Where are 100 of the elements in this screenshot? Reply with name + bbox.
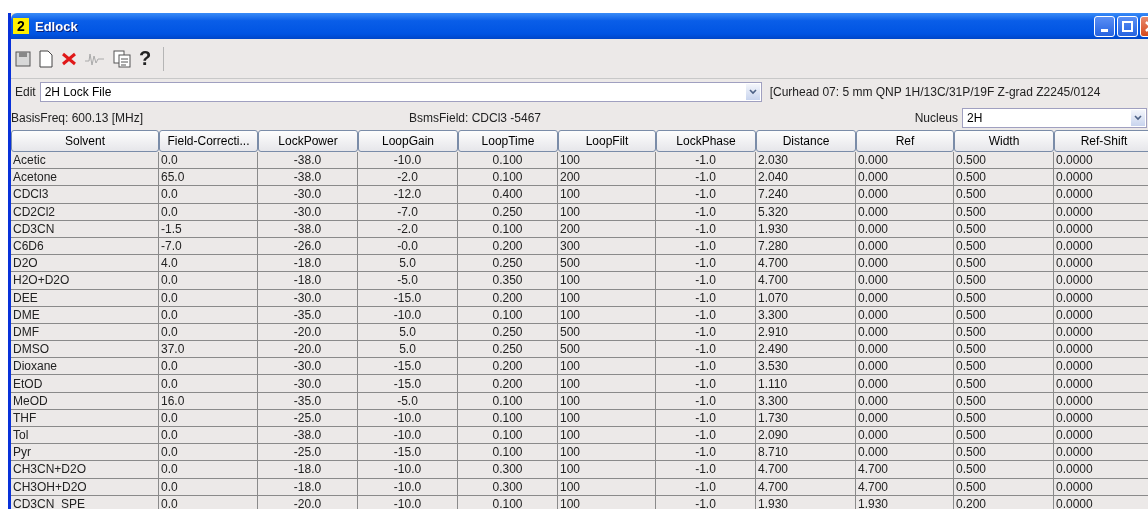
- column-header[interactable]: LoopTime: [458, 130, 558, 152]
- table-cell: CD2Cl2: [11, 203, 159, 221]
- table-cell: -1.0: [656, 375, 756, 393]
- table-cell: 0.100: [458, 306, 558, 324]
- table-cell: THF: [11, 409, 159, 427]
- table-cell: 100: [558, 375, 656, 393]
- table-cell: -30.0: [258, 358, 358, 376]
- column-header[interactable]: LockPower: [258, 130, 358, 152]
- table-cell: -25.0: [258, 409, 358, 427]
- nucleus-dropdown[interactable]: 2H: [962, 107, 1147, 128]
- table-cell: 0.250: [458, 323, 558, 342]
- table-cell: 0.000: [856, 272, 954, 290]
- table-cell: 0.500: [954, 341, 1054, 359]
- column-header[interactable]: Ref: [856, 130, 954, 152]
- table-cell: 5.0: [358, 255, 458, 273]
- table-cell: 100: [558, 495, 656, 509]
- table-cell: 1.730: [756, 409, 856, 427]
- table-cell: 0.0: [159, 323, 258, 342]
- table-cell: 0.0000: [1054, 237, 1148, 256]
- table-cell: 0.0000: [1054, 323, 1148, 342]
- table-cell: 100: [558, 392, 656, 410]
- lock-file-dropdown[interactable]: 2H Lock File: [39, 82, 762, 102]
- column-header[interactable]: LoopGain: [358, 130, 458, 152]
- table-cell: -18.0: [258, 478, 358, 496]
- table-cell: 100: [558, 444, 656, 462]
- table-cell: 0.000: [856, 323, 954, 342]
- table-cell: 0.000: [856, 152, 954, 170]
- table-cell: 0.000: [856, 306, 954, 324]
- table-cell: 0.350: [458, 272, 558, 290]
- table-cell: 1.110: [756, 375, 856, 393]
- table-cell: 7.240: [756, 186, 856, 204]
- table-cell: 0.500: [954, 323, 1054, 342]
- table-cell: -15.0: [358, 444, 458, 462]
- table-cell: 0.0000: [1054, 203, 1148, 221]
- table-cell: -2.0: [358, 169, 458, 187]
- table-cell: -1.0: [656, 237, 756, 256]
- column-header[interactable]: Field-Correcti...: [159, 130, 258, 152]
- table-cell: 4.700: [756, 255, 856, 273]
- table-cell: -1.0: [656, 478, 756, 496]
- table-cell: -7.0: [358, 203, 458, 221]
- table-cell: -1.0: [656, 255, 756, 273]
- column-header[interactable]: Width: [954, 130, 1054, 152]
- table-cell: -1.5: [159, 220, 258, 238]
- column-header[interactable]: LockPhase: [656, 130, 756, 152]
- table-cell: -1.0: [656, 323, 756, 342]
- table-cell: 3.300: [756, 392, 856, 410]
- table-cell: -10.0: [358, 461, 458, 479]
- table-cell: 0.500: [954, 392, 1054, 410]
- table-cell: 0.500: [954, 478, 1054, 496]
- table-cell: Dioxane: [11, 358, 159, 376]
- table-cell: -38.0: [258, 152, 358, 170]
- table-cell: -35.0: [258, 392, 358, 410]
- table-cell: -15.0: [358, 289, 458, 307]
- column-header[interactable]: Distance: [756, 130, 856, 152]
- column-header[interactable]: Solvent: [11, 130, 159, 152]
- table-cell: -38.0: [258, 169, 358, 187]
- table-cell: -1.0: [656, 169, 756, 187]
- table-cell: 0.0000: [1054, 461, 1148, 479]
- table-cell: 0.0000: [1054, 409, 1148, 427]
- table-cell: 0.000: [856, 220, 954, 238]
- table-cell: -1.0: [656, 427, 756, 445]
- table-cell: -1.0: [656, 272, 756, 290]
- table-cell: 4.700: [756, 478, 856, 496]
- table-cell: 0.0000: [1054, 186, 1148, 204]
- table-cell: DME: [11, 306, 159, 324]
- table-cell: 1.930: [856, 495, 954, 509]
- table-cell: 1.930: [756, 220, 856, 238]
- table-cell: 4.700: [756, 272, 856, 290]
- table-cell: EtOD: [11, 375, 159, 393]
- help-button[interactable]: ?: [139, 47, 152, 70]
- column-header[interactable]: LoopFilt: [558, 130, 656, 152]
- table-cell: -20.0: [258, 323, 358, 342]
- table-cell: 100: [558, 272, 656, 290]
- table-cell: 0.500: [954, 272, 1054, 290]
- column-header[interactable]: Ref-Shift: [1054, 130, 1148, 152]
- table-cell: 0.0000: [1054, 358, 1148, 376]
- table-cell: 0.0: [159, 186, 258, 204]
- table-cell: -10.0: [358, 427, 458, 445]
- edit-label: Edit: [14, 85, 37, 99]
- table-cell: 0.000: [856, 409, 954, 427]
- table-cell: 0.250: [458, 341, 558, 359]
- table-cell: 100: [558, 461, 656, 479]
- table-cell: 1.070: [756, 289, 856, 307]
- window-title: Edlock: [35, 18, 79, 34]
- table-cell: -1.0: [656, 186, 756, 204]
- table-cell: 0.300: [458, 461, 558, 479]
- table-cell: 0.100: [458, 427, 558, 445]
- table-cell: -1.0: [656, 358, 756, 376]
- table-cell: -15.0: [358, 358, 458, 376]
- table-cell: -18.0: [258, 272, 358, 290]
- table-cell: 500: [558, 341, 656, 359]
- table-cell: 0.500: [954, 375, 1054, 393]
- table-cell: 5.0: [358, 341, 458, 359]
- table-cell: 0.000: [856, 203, 954, 221]
- table-cell: 0.0000: [1054, 392, 1148, 410]
- table-cell: 0.0000: [1054, 306, 1148, 324]
- table-cell: 0.000: [856, 237, 954, 256]
- table-cell: 200: [558, 220, 656, 238]
- table-cell: 100: [558, 289, 656, 307]
- table-cell: 0.0000: [1054, 272, 1148, 290]
